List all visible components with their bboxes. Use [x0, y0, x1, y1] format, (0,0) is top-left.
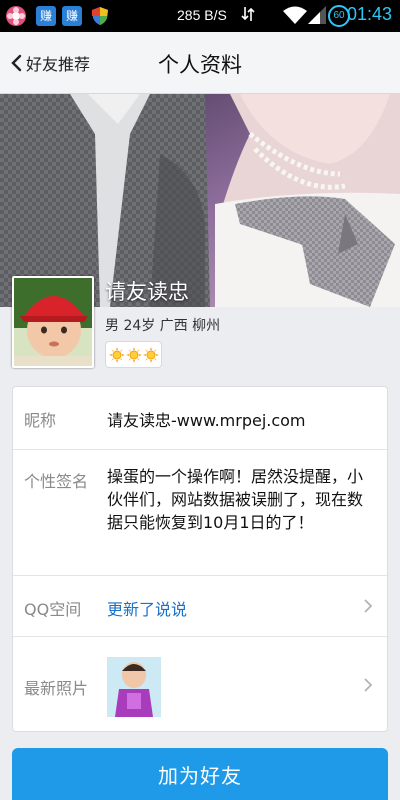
navigation-bar: 好友推荐 个人资料 [0, 32, 400, 94]
chevron-right-icon [364, 599, 373, 613]
qzone-value: 更新了说说 [107, 600, 188, 619]
signal-icon [306, 4, 328, 30]
nickname-value: 请友读忠-www.mrpej.com [107, 411, 306, 430]
network-speed: 285 B/S [177, 7, 227, 23]
add-friend-button[interactable]: 加为好友 [12, 748, 388, 800]
data-transfer-icon [241, 4, 255, 28]
signature-label: 个性签名 [24, 472, 89, 491]
clock: 01:43 [346, 4, 392, 24]
avatar[interactable] [12, 276, 94, 368]
latest-photos-label: 最新照片 [24, 679, 89, 698]
sun-icon [125, 346, 142, 363]
profile-info: 男 24岁 广西 柳州 [105, 318, 221, 334]
earn-app-icon: 赚 [62, 6, 82, 26]
sun-icon [108, 346, 125, 363]
nickname-label: 昵称 [24, 411, 57, 430]
wifi-icon [282, 5, 308, 29]
signature-value: 操蛋的一个操作啊！居然没提醒，小伙伴们，网站数据被误删了，现在数据只能恢复到10… [107, 467, 364, 532]
qzone-label: QQ空间 [24, 600, 82, 619]
status-bar: 赚 赚 285 B/S 60 01:43 [0, 0, 400, 32]
flower-app-icon [6, 6, 26, 26]
chevron-right-icon [364, 678, 373, 692]
profile-details-card: 昵称 请友读忠-www.mrpej.com 个性签名 操蛋的一个操作啊！居然没提… [12, 386, 388, 732]
page-title: 个人资料 [158, 53, 242, 77]
qzone-row[interactable]: QQ空间 更新了说说 [13, 576, 387, 637]
signature-row: 个性签名 操蛋的一个操作啊！居然没提醒，小伙伴们，网站数据被误删了，现在数据只能… [13, 450, 387, 576]
level-badge[interactable] [105, 341, 162, 368]
earn-app-icon: 赚 [36, 6, 56, 26]
sun-icon [142, 346, 159, 363]
latest-photo-thumbnail[interactable] [107, 657, 161, 717]
profile-name: 请友读忠 [105, 280, 189, 304]
shield-icon [90, 6, 110, 26]
latest-photos-row[interactable]: 最新照片 [13, 637, 387, 733]
nickname-row: 昵称 请友读忠-www.mrpej.com [13, 387, 387, 450]
